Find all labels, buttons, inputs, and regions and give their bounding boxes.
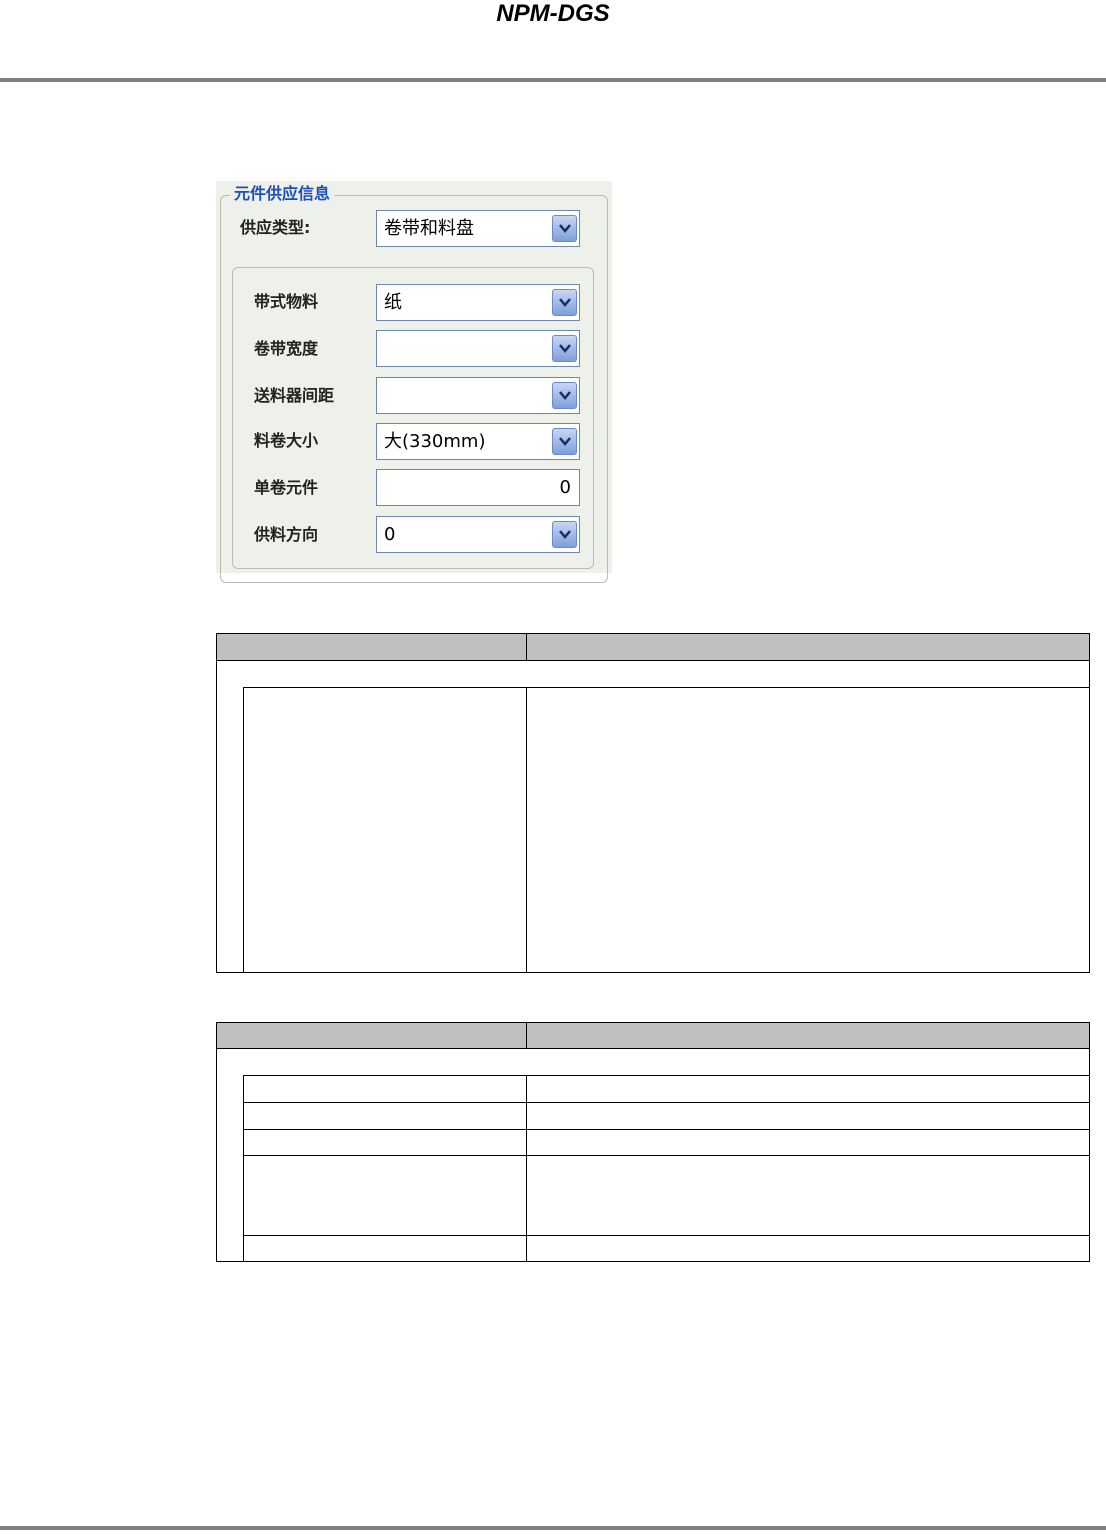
header-divider xyxy=(0,78,1106,82)
tape-material-value: 纸 xyxy=(384,292,402,313)
table-cell xyxy=(243,687,527,973)
table-cell xyxy=(243,1102,527,1130)
table-cell xyxy=(243,1075,527,1103)
supply-type-dropdown[interactable]: 卷带和料盘 xyxy=(376,210,580,247)
supply-type-value: 卷带和料盘 xyxy=(384,218,474,239)
chevron-down-icon[interactable] xyxy=(552,335,577,362)
parts-per-reel-label: 单卷元件 xyxy=(254,478,319,497)
feeder-pitch-dropdown[interactable] xyxy=(376,377,580,414)
feed-direction-dropdown[interactable]: 0 xyxy=(376,516,580,553)
table-1 xyxy=(216,633,1090,973)
table-cell xyxy=(526,1102,1090,1130)
chevron-down-icon[interactable] xyxy=(552,428,577,455)
table-cell xyxy=(243,1129,527,1156)
table-cell xyxy=(526,1075,1090,1103)
feed-direction-value: 0 xyxy=(384,524,396,545)
tape-material-dropdown[interactable]: 纸 xyxy=(376,284,580,321)
table-cell xyxy=(526,1155,1090,1236)
feeder-pitch-label: 送料器间距 xyxy=(254,386,335,405)
reel-size-dropdown[interactable]: 大(330mm) xyxy=(376,423,580,460)
table-2 xyxy=(216,1022,1090,1262)
table-header-cell xyxy=(216,1022,527,1049)
parts-per-reel-value: 0 xyxy=(559,477,571,498)
chevron-down-icon[interactable] xyxy=(552,382,577,409)
table-cell xyxy=(243,1155,527,1236)
table-header-cell xyxy=(216,633,527,661)
reel-size-value: 大(330mm) xyxy=(384,431,486,452)
supply-type-label: 供应类型: xyxy=(240,218,311,237)
table-cell xyxy=(526,1129,1090,1156)
table-cell xyxy=(526,687,1090,973)
reel-size-label: 料卷大小 xyxy=(254,431,319,450)
group-title: 元件供应信息 xyxy=(230,183,335,205)
parts-per-reel-field[interactable]: 0 xyxy=(376,469,580,506)
tape-material-label: 带式物料 xyxy=(254,292,319,311)
document-title: NPM-DGS xyxy=(496,0,610,27)
table-header-cell xyxy=(526,633,1090,661)
tape-width-dropdown[interactable] xyxy=(376,330,580,367)
tape-width-label: 卷带宽度 xyxy=(254,339,319,358)
component-supply-panel: 元件供应信息 供应类型: 卷带和料盘 带式物料 纸 卷带宽度 送料器间距 料卷大… xyxy=(216,181,612,583)
footer-divider xyxy=(0,1526,1106,1530)
table-cell xyxy=(243,1235,527,1262)
chevron-down-icon[interactable] xyxy=(552,521,577,548)
chevron-down-icon[interactable] xyxy=(552,289,577,316)
table-cell xyxy=(526,1235,1090,1262)
feed-direction-label: 供料方向 xyxy=(254,525,319,544)
table-header-cell xyxy=(526,1022,1090,1049)
chevron-down-icon[interactable] xyxy=(552,215,577,242)
